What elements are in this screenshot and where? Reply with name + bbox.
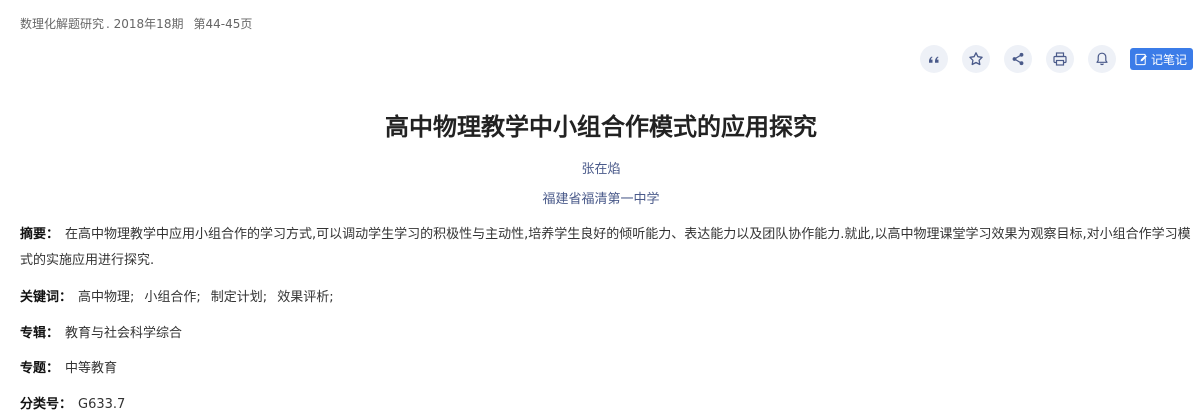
album-row: 专辑： 教育与社会科学综合 (20, 322, 182, 341)
article-title: 高中物理教学中小组合作模式的应用探究 (385, 113, 817, 141)
keywords-row: 关键词： 高中物理; 小组合作; 制定计划; 效果评析; (20, 286, 344, 305)
journal-issue[interactable]: . 2018年18期 (106, 17, 183, 31)
take-note-button[interactable]: 记笔记 (1130, 48, 1194, 70)
abstract-label: 摘要： (20, 227, 60, 242)
favorite-button[interactable] (962, 45, 990, 73)
album-value: 教育与社会科学综合 (65, 326, 183, 341)
alert-button[interactable] (1088, 45, 1116, 73)
print-button[interactable] (1046, 45, 1074, 73)
bell-icon (1096, 52, 1108, 66)
author-link[interactable]: 张在焰 (0, 158, 1202, 177)
abstract-text: 在高中物理教学中应用小组合作的学习方式,可以调动学生学习的积极性与主动性,培养学… (20, 227, 1191, 268)
album-label: 专辑： (20, 326, 60, 341)
abstract: 摘要： 在高中物理教学中应用小组合作的学习方式,可以调动学生学习的积极性与主动性,… (20, 222, 1202, 274)
toolbar: 记笔记 (920, 45, 1194, 73)
pencil-note-icon (1135, 53, 1147, 65)
classification-label: 分类号： (20, 397, 73, 412)
source-line: 数理化解题研究. 2018年18期 第44-45页 (20, 15, 252, 32)
keyword-link[interactable]: 小组合作; (144, 290, 200, 305)
topic-label: 专题： (20, 361, 60, 376)
share-icon (1012, 52, 1024, 66)
take-note-label: 记笔记 (1151, 52, 1188, 67)
quote-button[interactable] (920, 45, 948, 73)
organization-link[interactable]: 福建省福清第一中学 (0, 188, 1202, 207)
quote-icon (929, 56, 939, 63)
share-button[interactable] (1004, 45, 1032, 73)
topic-value: 中等教育 (65, 361, 118, 376)
journal-name[interactable]: 数理化解题研究 (20, 17, 104, 31)
classification-value: G633.7 (78, 397, 126, 412)
keyword-link[interactable]: 高中物理; (78, 290, 134, 305)
topic-row: 专题： 中等教育 (20, 357, 117, 376)
classification-row: 分类号： G633.7 (20, 393, 125, 412)
keyword-link[interactable]: 制定计划; (211, 290, 267, 305)
star-icon (969, 52, 983, 66)
print-icon (1053, 52, 1067, 66)
page-range: 第44-45页 (193, 17, 253, 31)
keyword-link[interactable]: 效果评析; (277, 290, 333, 305)
keywords-label: 关键词： (20, 290, 73, 305)
